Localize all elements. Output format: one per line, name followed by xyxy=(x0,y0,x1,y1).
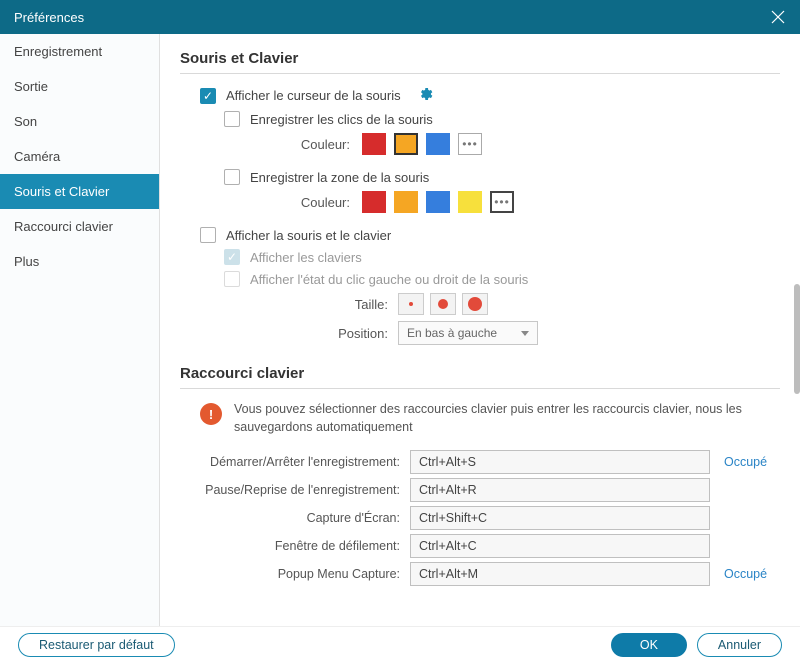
label-record-clicks: Enregistrer les clics de la souris xyxy=(250,112,433,127)
label-size: Taille: xyxy=(250,297,388,312)
swatch-area-blue[interactable] xyxy=(426,191,450,213)
gear-icon[interactable] xyxy=(417,86,433,105)
sidebar-item-camera[interactable]: Caméra xyxy=(0,139,159,174)
label-show-keyboards: Afficher les claviers xyxy=(250,250,362,265)
hk-label-popup: Popup Menu Capture: xyxy=(180,567,400,581)
hk-status-popup[interactable]: Occupé xyxy=(724,567,767,581)
label-show-mouse-kb: Afficher la souris et le clavier xyxy=(226,228,391,243)
checkbox-show-mouse-kb[interactable] xyxy=(200,227,216,243)
hk-input-popup[interactable]: Ctrl+Alt+M xyxy=(410,562,710,586)
hk-label-start: Démarrer/Arrêter l'enregistrement: xyxy=(180,455,400,469)
swatch-click-more[interactable]: ••• xyxy=(458,133,482,155)
size-option-small[interactable] xyxy=(398,293,424,315)
checkbox-show-keyboards xyxy=(224,249,240,265)
label-show-click-state: Afficher l'état du clic gauche ou droit … xyxy=(250,272,528,287)
titlebar: Préférences xyxy=(0,0,800,34)
swatch-area-more[interactable]: ••• xyxy=(490,191,514,213)
section-title-mouse: Souris et Clavier xyxy=(180,50,780,74)
section-title-hotkeys: Raccourci clavier xyxy=(180,365,780,389)
label-record-area: Enregistrer la zone de la souris xyxy=(250,170,429,185)
hk-status-start[interactable]: Occupé xyxy=(724,455,767,469)
restore-defaults-button[interactable]: Restaurer par défaut xyxy=(18,633,175,657)
sidebar-item-mouse-keyboard[interactable]: Souris et Clavier xyxy=(0,174,159,209)
swatch-area-orange[interactable] xyxy=(394,191,418,213)
hk-label-screenshot: Capture d'Écran: xyxy=(180,511,400,525)
sidebar-item-sound[interactable]: Son xyxy=(0,104,159,139)
hk-input-scrollwin[interactable]: Ctrl+Alt+C xyxy=(410,534,710,558)
label-area-color: Couleur: xyxy=(250,195,350,210)
swatch-area-red[interactable] xyxy=(362,191,386,213)
scrollbar-thumb[interactable] xyxy=(794,284,800,394)
size-option-medium[interactable] xyxy=(430,293,456,315)
label-show-cursor: Afficher le curseur de la souris xyxy=(226,88,401,103)
swatch-click-blue[interactable] xyxy=(426,133,450,155)
alert-icon: ! xyxy=(200,403,222,425)
hk-label-scrollwin: Fenêtre de défilement: xyxy=(180,539,400,553)
hk-input-pause[interactable]: Ctrl+Alt+R xyxy=(410,478,710,502)
hotkey-notice-text: Vous pouvez sélectionner des raccourcies… xyxy=(234,401,780,436)
sidebar-item-recording[interactable]: Enregistrement xyxy=(0,34,159,69)
content-pane: Souris et Clavier Afficher le curseur de… xyxy=(160,34,800,626)
cancel-button[interactable]: Annuler xyxy=(697,633,782,657)
hk-input-screenshot[interactable]: Ctrl+Shift+C xyxy=(410,506,710,530)
sidebar-item-more[interactable]: Plus xyxy=(0,244,159,279)
ok-button[interactable]: OK xyxy=(611,633,687,657)
position-select-value: En bas à gauche xyxy=(407,326,497,340)
checkbox-record-clicks[interactable] xyxy=(224,111,240,127)
hk-input-start[interactable]: Ctrl+Alt+S xyxy=(410,450,710,474)
checkbox-record-area[interactable] xyxy=(224,169,240,185)
label-position: Position: xyxy=(250,326,388,341)
label-click-color: Couleur: xyxy=(250,137,350,152)
hotkey-notice: ! Vous pouvez sélectionner des raccourci… xyxy=(200,401,780,436)
size-option-large[interactable] xyxy=(462,293,488,315)
sidebar-item-output[interactable]: Sortie xyxy=(0,69,159,104)
position-select[interactable]: En bas à gauche xyxy=(398,321,538,345)
window-title: Préférences xyxy=(14,10,84,25)
sidebar: Enregistrement Sortie Son Caméra Souris … xyxy=(0,34,160,626)
swatch-click-red[interactable] xyxy=(362,133,386,155)
checkbox-show-cursor[interactable] xyxy=(200,88,216,104)
chevron-down-icon xyxy=(521,331,529,336)
hk-label-pause: Pause/Reprise de l'enregistrement: xyxy=(180,483,400,497)
swatch-area-yellow[interactable] xyxy=(458,191,482,213)
swatch-click-orange[interactable] xyxy=(394,133,418,155)
sidebar-item-hotkeys[interactable]: Raccourci clavier xyxy=(0,209,159,244)
footer: Restaurer par défaut OK Annuler xyxy=(0,626,800,662)
checkbox-show-click-state xyxy=(224,271,240,287)
close-icon[interactable] xyxy=(770,9,786,25)
